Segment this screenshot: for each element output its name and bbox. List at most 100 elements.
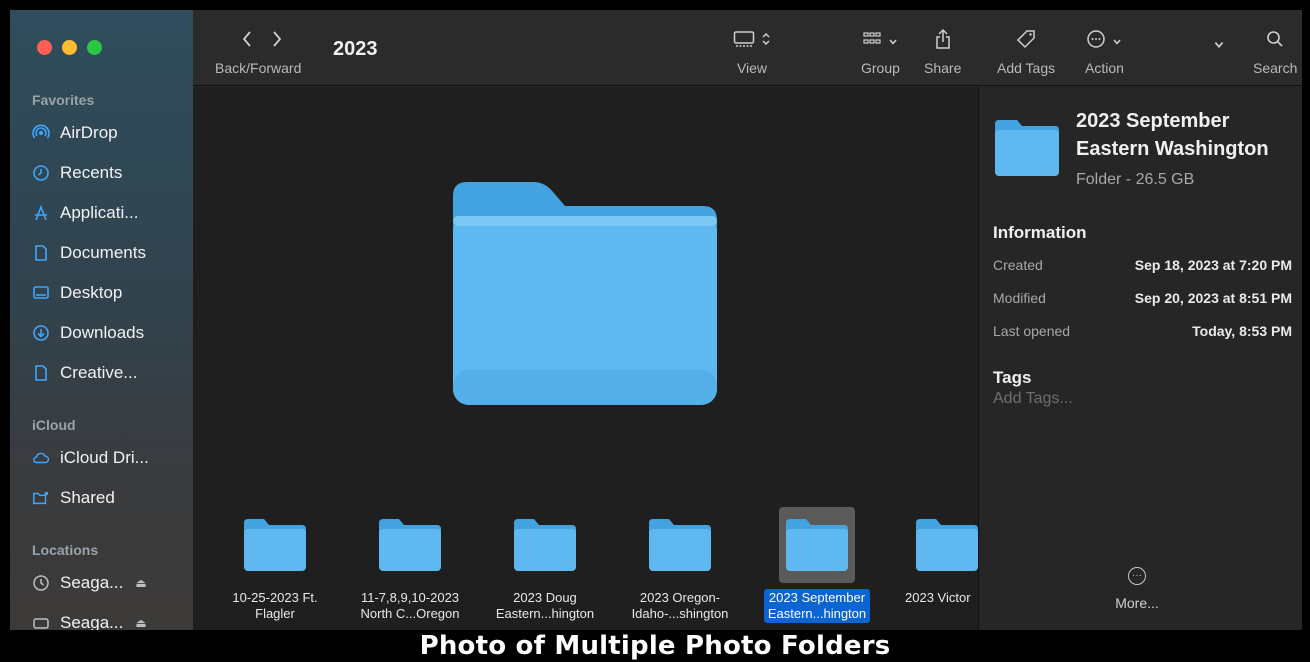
add-tags-label: Add Tags xyxy=(997,60,1056,76)
window-controls xyxy=(37,40,102,55)
sidebar-item-shared[interactable]: Shared xyxy=(32,483,115,513)
folder-icon xyxy=(244,519,306,571)
chevron-down-icon xyxy=(1112,31,1122,52)
more-label: More... xyxy=(1115,595,1159,611)
back-icon[interactable] xyxy=(241,30,253,53)
last-opened-row: Last opened Today, 8:53 PM xyxy=(993,323,1292,339)
tag-icon xyxy=(1015,29,1037,54)
folder-item[interactable]: 2023 Victor xyxy=(885,507,978,607)
sidebar-item-downloads[interactable]: Downloads xyxy=(32,318,144,348)
folder-icon xyxy=(786,519,848,571)
close-button[interactable] xyxy=(37,40,52,55)
folder-item[interactable]: 2023 Oregon- Idaho-...shington xyxy=(620,507,740,623)
drive-icon xyxy=(32,614,50,630)
group-button[interactable]: Group xyxy=(861,28,900,76)
eject-icon[interactable]: ⏏ xyxy=(135,576,146,590)
sidebar-item-airdrop[interactable]: AirDrop xyxy=(32,118,118,148)
folder-item[interactable]: 10-25-2023 Ft. Flagler xyxy=(215,507,335,623)
sidebar-item-desktop[interactable]: Desktop xyxy=(32,278,122,308)
back-forward-label: Back/Forward xyxy=(215,60,302,76)
folder-item-selected[interactable]: 2023 September Eastern...hington xyxy=(757,507,877,623)
gallery-view-icon xyxy=(733,30,755,53)
share-button[interactable]: Share xyxy=(924,28,961,76)
sidebar-item-label: Shared xyxy=(60,488,115,507)
folder-icon xyxy=(916,519,978,571)
sidebar-item-applications[interactable]: Applicati... xyxy=(32,198,138,228)
folder-caption: 2023 September Eastern...hington xyxy=(763,589,871,623)
folder-icon xyxy=(379,519,441,571)
sidebar-item-label: Desktop xyxy=(60,283,123,302)
ellipsis-circle-icon: ··· xyxy=(1128,567,1146,585)
created-row: Created Sep 18, 2023 at 7:20 PM xyxy=(993,257,1292,273)
sidebar-item-icloud-drive[interactable]: iCloud Dri... xyxy=(32,443,149,473)
toolbar: Back/Forward 2023 View Group Share Add T… xyxy=(193,10,1302,86)
more-button[interactable]: ··· More... xyxy=(1097,567,1177,611)
file-icon xyxy=(32,364,50,382)
sidebar-section-icloud: iCloud xyxy=(32,417,76,433)
search-icon xyxy=(1266,30,1284,53)
more-toolbar-items-button[interactable] xyxy=(1213,32,1225,58)
zoom-button[interactable] xyxy=(87,40,102,55)
sidebar-item-label: Downloads xyxy=(60,323,145,342)
sidebar: Favorites AirDrop Recents Applicati... D… xyxy=(10,10,193,630)
airdrop-icon xyxy=(32,124,50,142)
gallery-view: 10-25-2023 Ft. Flagler 11-7,8,9,10-2023 No… xyxy=(193,87,978,630)
sidebar-item-seagate-2[interactable]: Seaga... ⏏ xyxy=(32,608,147,630)
sidebar-item-seagate-1[interactable]: Seaga... ⏏ xyxy=(32,568,147,598)
download-icon xyxy=(32,324,50,342)
sidebar-section-locations: Locations xyxy=(32,542,99,558)
sidebar-item-label: Seaga... xyxy=(60,573,124,592)
preview-inspector: 2023 September Eastern Washington Folder… xyxy=(978,87,1302,630)
window-title: 2023 xyxy=(333,38,378,60)
add-tags-button[interactable]: Add Tags xyxy=(997,28,1055,76)
folder-icon xyxy=(995,120,1059,176)
group-grid-icon xyxy=(862,30,882,53)
sidebar-item-label: iCloud Dri... xyxy=(60,448,149,467)
search-button[interactable]: Search xyxy=(1253,28,1297,76)
ellipsis-circle-icon xyxy=(1086,29,1106,54)
sidebar-item-recents[interactable]: Recents xyxy=(32,158,122,188)
folder-item[interactable]: 2023 Doug Eastern...hington xyxy=(485,507,605,623)
updown-chevron-icon xyxy=(761,31,771,52)
sidebar-item-label: Creative... xyxy=(60,363,138,382)
sidebar-item-label: Seaga... xyxy=(60,613,124,630)
view-button[interactable]: View xyxy=(733,28,771,76)
sidebar-section-favorites: Favorites xyxy=(32,92,95,108)
folder-caption: 2023 Victor xyxy=(905,590,971,605)
add-tags-field[interactable]: Add Tags... xyxy=(993,390,1073,408)
sidebar-item-documents[interactable]: Documents xyxy=(32,238,146,268)
sidebar-item-label: Documents xyxy=(60,243,146,262)
chevron-down-icon xyxy=(1213,35,1225,56)
time-machine-icon xyxy=(32,574,50,592)
modified-row: Modified Sep 20, 2023 at 8:51 PM xyxy=(993,290,1292,306)
folder-caption: 10-25-2023 Ft. Flagler xyxy=(232,590,318,621)
shared-folder-icon xyxy=(32,489,50,507)
action-button[interactable]: Action xyxy=(1085,28,1124,76)
finder-window: Favorites AirDrop Recents Applicati... D… xyxy=(10,10,1302,630)
document-icon xyxy=(32,244,50,262)
folder-caption: 2023 Doug Eastern...hington xyxy=(495,590,595,621)
back-forward-control[interactable]: Back/Forward xyxy=(215,28,301,76)
folder-item[interactable]: 11-7,8,9,10-2023 North C...Oregon xyxy=(350,507,470,623)
folder-caption: 2023 Oregon- Idaho-...shington xyxy=(631,590,729,621)
folder-caption: 11-7,8,9,10-2023 North C...Oregon xyxy=(360,590,460,621)
sidebar-item-label: Recents xyxy=(60,163,123,182)
information-heading: Information xyxy=(993,223,1087,242)
selected-item-kind: Folder - 26.5 GB xyxy=(1076,171,1195,188)
folder-icon xyxy=(649,519,711,571)
group-label: Group xyxy=(861,60,900,76)
sidebar-item-creative[interactable]: Creative... xyxy=(32,358,137,388)
folder-icon xyxy=(514,519,576,571)
forward-icon[interactable] xyxy=(271,30,283,53)
folder-preview xyxy=(453,182,717,405)
tags-heading: Tags xyxy=(993,368,1032,387)
sidebar-item-label: AirDrop xyxy=(60,123,118,142)
applications-icon xyxy=(32,204,50,222)
minimize-button[interactable] xyxy=(62,40,77,55)
sidebar-item-label: Applicati... xyxy=(60,203,139,222)
share-label: Share xyxy=(924,60,962,76)
chevron-down-icon xyxy=(888,31,898,52)
share-icon xyxy=(934,28,952,55)
selected-item-name: 2023 September Eastern Washington xyxy=(1076,110,1269,160)
eject-icon[interactable]: ⏏ xyxy=(135,616,146,630)
